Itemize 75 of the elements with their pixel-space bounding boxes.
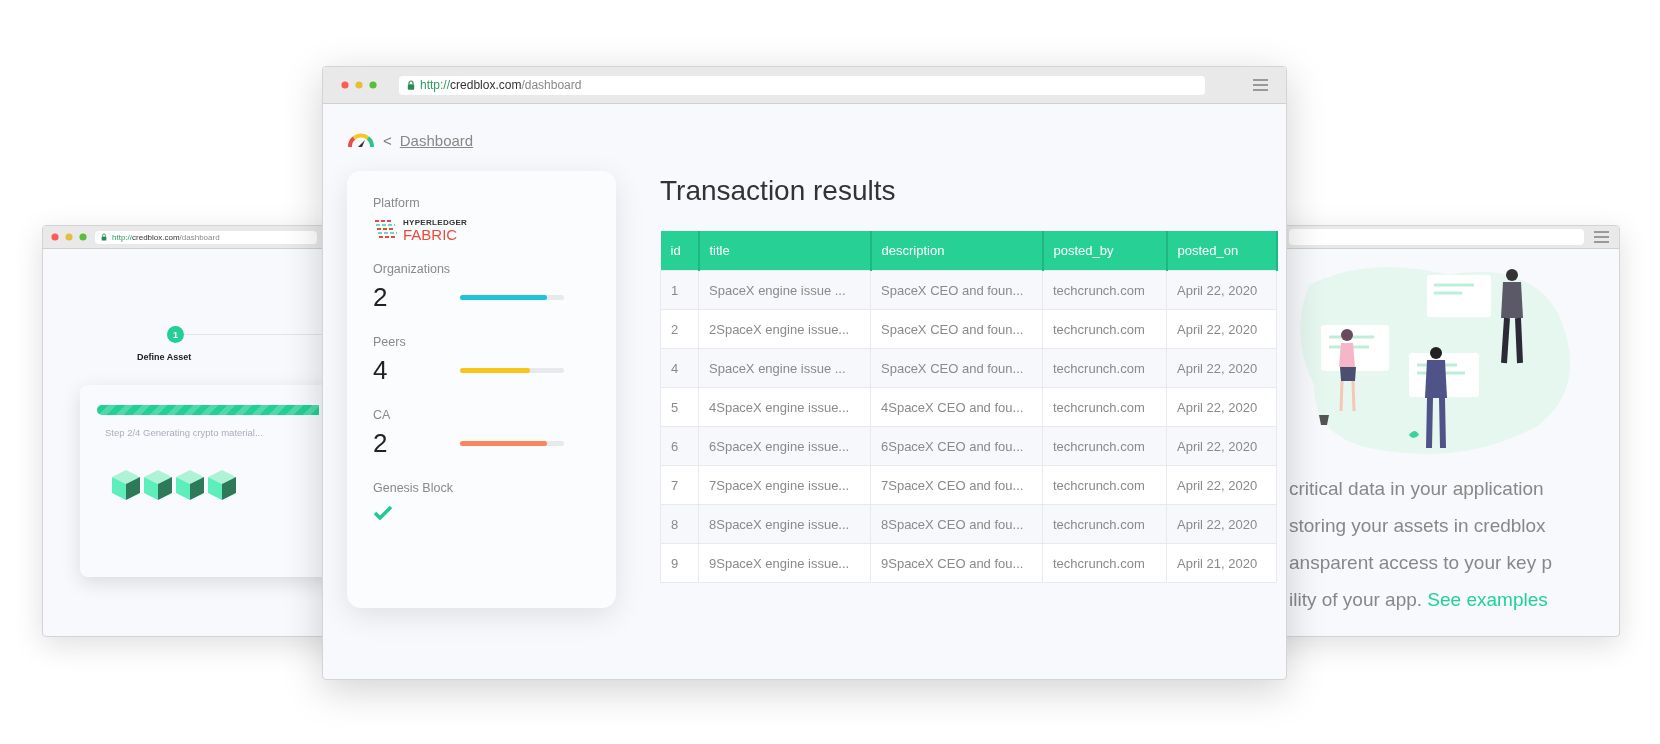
table-cell: 8 xyxy=(660,504,699,544)
metric-value: 4 xyxy=(373,355,389,386)
table-cell: 8SpaceX engine issue... xyxy=(698,504,871,544)
address-bar[interactable]: http://credblox.com/dashboard xyxy=(95,230,317,244)
table-cell: April 22, 2020 xyxy=(1166,504,1277,544)
lock-icon xyxy=(101,233,107,241)
metric-label: Peers xyxy=(373,335,407,349)
table-cell: techcrunch.com xyxy=(1042,504,1167,544)
table-cell: 2SpaceX engine issue... xyxy=(698,309,871,349)
table-cell: techcrunch.com xyxy=(1042,426,1167,466)
back-chevron[interactable]: < xyxy=(383,132,392,149)
table-cell: 9SpaceX CEO and fou... xyxy=(870,543,1043,583)
description-paragraph: critical data in your application storing your assets in credblox ansparent access to your key p ility of your app. See examples xyxy=(1289,477,1553,612)
table-cell: techcrunch.com xyxy=(1042,270,1167,310)
table-cell: April 22, 2020 xyxy=(1166,387,1277,427)
column-header[interactable]: posted_on xyxy=(1166,231,1277,271)
table-cell: April 22, 2020 xyxy=(1166,465,1277,505)
gauge-logo-icon xyxy=(347,133,375,148)
table-cell: 4 xyxy=(660,348,699,388)
column-header[interactable]: posted_by xyxy=(1042,231,1167,271)
url-text: http://credblox.com/dashboard xyxy=(420,78,582,92)
step-label: Define Asset xyxy=(137,352,192,362)
table-cell: April 22, 2020 xyxy=(1166,426,1277,466)
logo-text: HYPERLEDGER xyxy=(403,218,468,227)
table-cell: April 22, 2020 xyxy=(1166,348,1277,388)
metric-label: Organizations xyxy=(373,262,452,276)
metric-value: 2 xyxy=(373,428,389,459)
table-cell: SpaceX engine issue ... xyxy=(698,270,871,310)
table-cell: 9 xyxy=(660,543,699,583)
table-cell: SpaceX CEO and foun... xyxy=(870,348,1043,388)
column-header[interactable]: id xyxy=(660,231,699,271)
table-cell: SpaceX CEO and foun... xyxy=(870,270,1043,310)
address-bar[interactable]: http://credblox.com/dashboard xyxy=(399,75,1205,95)
table-cell: 7SpaceX CEO and fou... xyxy=(870,465,1043,505)
column-header[interactable]: description xyxy=(870,231,1043,271)
metric-label: CA xyxy=(373,408,392,422)
dashboard-link[interactable]: Dashboard xyxy=(399,132,474,149)
table-cell: 7 xyxy=(660,465,699,505)
table-cell: techcrunch.com xyxy=(1042,309,1167,349)
table-cell: 7SpaceX engine issue... xyxy=(698,465,871,505)
table-cell: techcrunch.com xyxy=(1042,387,1167,427)
see-examples-link[interactable]: See examples xyxy=(1427,589,1548,610)
metric-value: 2 xyxy=(373,282,389,313)
table-cell: techcrunch.com xyxy=(1042,348,1167,388)
table-cell: 8SpaceX CEO and fou... xyxy=(870,504,1043,544)
status-text: Step 2/4 Generating crypto material... xyxy=(105,427,263,438)
table-cell: 4SpaceX CEO and fou... xyxy=(870,387,1043,427)
window-controls-icon[interactable] xyxy=(51,233,87,241)
table-cell: SpaceX engine issue ... xyxy=(698,348,871,388)
page-title: Transaction results xyxy=(660,175,897,207)
cubes-icon xyxy=(112,470,236,500)
table-cell: SpaceX CEO and foun... xyxy=(870,309,1043,349)
table-cell: techcrunch.com xyxy=(1042,543,1167,583)
step-number: 1 xyxy=(167,326,184,343)
table-cell: 1 xyxy=(660,270,699,310)
table-cell: 9SpaceX engine issue... xyxy=(698,543,871,583)
table-cell: 4SpaceX engine issue... xyxy=(698,387,871,427)
platform-label: Platform xyxy=(373,196,421,210)
genesis-label: Genesis Block xyxy=(373,481,454,495)
window-controls-icon[interactable] xyxy=(341,81,377,89)
table-cell: April 21, 2020 xyxy=(1166,543,1277,583)
lock-icon xyxy=(407,80,415,90)
table-cell: 5 xyxy=(660,387,699,427)
table-cell: April 22, 2020 xyxy=(1166,309,1277,349)
table-cell: 6SpaceX engine issue... xyxy=(698,426,871,466)
logo-text: FABRIC xyxy=(403,226,459,242)
table-cell: April 22, 2020 xyxy=(1166,270,1277,310)
table-cell: 6 xyxy=(660,426,699,466)
menu-icon[interactable] xyxy=(1594,231,1609,243)
table-cell: techcrunch.com xyxy=(1042,465,1167,505)
table-cell: 6SpaceX CEO and fou... xyxy=(870,426,1043,466)
column-header[interactable]: title xyxy=(698,231,871,271)
menu-icon[interactable] xyxy=(1253,79,1268,91)
table-cell: 2 xyxy=(660,309,699,349)
url-text: http://credblox.com/dashboard xyxy=(112,232,220,242)
